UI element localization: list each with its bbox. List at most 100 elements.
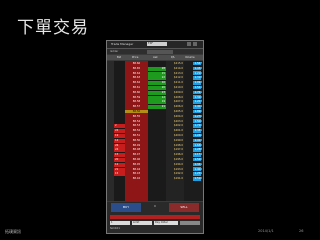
bid-cell[interactable]: 15 (114, 172, 125, 177)
volume-cell: 1,318 (194, 76, 202, 80)
volume-cell: 1,567 (194, 62, 202, 65)
bid-cell[interactable]: 14 (114, 138, 125, 143)
pl-cell: $211.0 (173, 81, 183, 85)
pl-cell: $195.0 (173, 158, 183, 161)
pl-cell: $192.0 (173, 172, 183, 176)
pl-cell: $207.0 (173, 100, 183, 104)
instrument-select[interactable]: TXF (147, 42, 167, 46)
volume-cell: 1,500 (194, 119, 202, 123)
order-type-select[interactable]: Limit (132, 221, 152, 225)
pl-cell: $194.0 (173, 162, 183, 166)
volume-cell: 1,174 (194, 153, 202, 157)
order-panel: BUY 0 SELL 1 Limit Day Order Sim101 (107, 202, 203, 233)
column-header-volume: Volume (185, 55, 195, 59)
ask-cell[interactable]: 19 (148, 100, 166, 105)
volume-cell: 1,432 (194, 66, 202, 70)
column-header-bid: Bid (117, 55, 122, 59)
position-bar (110, 215, 200, 219)
footer-date: 2014/1/1 (258, 229, 274, 233)
volume-cell: 1,402 (194, 167, 202, 171)
pl-cell: $197.0 (173, 148, 183, 152)
toolbar-label: ladder (110, 49, 119, 53)
volume-cell: 1,341 (194, 162, 202, 166)
ladder-header: Bid Price Ask P/L Volume (107, 55, 203, 60)
price-cell: 88.44 (132, 167, 141, 171)
volume-cell: 1,412 (194, 138, 202, 142)
buy-button[interactable]: BUY (111, 203, 141, 212)
position-label: 0 (154, 205, 156, 208)
ask-cell[interactable]: 28 (148, 66, 166, 71)
price-cell: 88.55 (132, 114, 141, 118)
toolbar-field[interactable] (147, 49, 173, 54)
volume-cell: 1,210 (194, 71, 202, 75)
bid-cell[interactable]: 19 (114, 134, 125, 138)
volume-cell: 1,720 (194, 124, 202, 128)
pl-cell: $202.0 (173, 124, 183, 128)
price-cell: 88.54 (132, 119, 141, 123)
ask-cell[interactable]: 22 (148, 76, 166, 81)
close-icon[interactable] (193, 42, 197, 46)
price-cell: 88.56 (125, 110, 148, 113)
bid-cell[interactable]: 24 (114, 148, 125, 153)
price-cell: 88.47 (132, 153, 141, 157)
price-ladder[interactable]: 88.66 $215.0 1,567 88.65 28 $214.0 1,432 88.64 1… (107, 61, 203, 201)
price-cell: 88.43 (132, 172, 141, 176)
ask-cell[interactable]: 20 (148, 86, 166, 90)
price-cell: 88.58 (132, 100, 141, 104)
tif-select[interactable]: Day Order (154, 221, 178, 225)
price-cell: 88.46 (132, 158, 141, 161)
bid-cell[interactable]: 15 (114, 153, 125, 158)
left-gutter (107, 61, 114, 201)
price-cell: 88.65 (132, 66, 141, 70)
minimize-icon[interactable] (187, 42, 191, 46)
volume-cell: 1,761 (194, 90, 202, 94)
bid-cell[interactable]: 12 (114, 162, 125, 167)
price-cell: 88.64 (132, 71, 141, 75)
sell-button[interactable]: SELL (169, 203, 199, 212)
volume-cell: 1,259 (194, 172, 202, 176)
ask-cell[interactable]: 10 (148, 81, 166, 86)
pl-cell: $215.0 (173, 62, 183, 65)
price-cell: 88.48 (132, 148, 141, 152)
pl-cell: $205.0 (173, 110, 183, 113)
window-titlebar: Trade Manager TXF (107, 41, 203, 49)
price-cell: 88.42 (132, 177, 141, 181)
price-cell: 88.52 (132, 129, 141, 133)
pl-cell: $209.0 (173, 90, 183, 94)
price-cell: 88.51 (132, 134, 141, 137)
ask-cell[interactable]: 12 (148, 95, 166, 100)
window-title: Trade Manager (111, 42, 134, 46)
ask-cell[interactable]: 15 (148, 71, 166, 76)
pl-cell: $208.0 (173, 95, 183, 99)
price-cell: 88.53 (132, 124, 141, 128)
volume-cell: 1,092 (194, 81, 202, 85)
footer-company: 拓璞資訊 (5, 229, 21, 234)
ask-cell[interactable]: 21 (148, 105, 166, 110)
quantity-field[interactable]: 1 (110, 221, 130, 225)
pl-cell: $198.0 (173, 143, 183, 147)
pl-cell: $193.0 (173, 167, 183, 171)
pl-cell: $196.0 (173, 153, 183, 157)
pl-cell: $214.0 (173, 66, 183, 70)
bid-cell[interactable]: 26 (114, 143, 125, 148)
volume-cell: 1,320 (194, 95, 202, 99)
price-cell: 88.57 (132, 105, 141, 109)
volume-cell: 1,203 (194, 100, 202, 104)
pl-cell: $204.0 (173, 114, 183, 118)
volume-cell: 1,381 (194, 129, 202, 133)
pl-cell: $201.0 (173, 129, 183, 133)
column-header-price: Price (132, 55, 139, 59)
pl-cell: $212.0 (173, 76, 183, 80)
volume-cell: 1,890 (194, 110, 202, 113)
pl-cell: $210.0 (173, 86, 183, 89)
ask-cell[interactable]: 23 (148, 90, 166, 95)
bid-cell[interactable]: 24 (114, 129, 125, 134)
bid-cell[interactable]: 2 (114, 124, 125, 129)
price-cell: 88.45 (132, 162, 141, 166)
bid-cell[interactable]: 21 (114, 167, 125, 172)
pl-cell: $206.0 (173, 105, 183, 109)
volume-cell: 1,404 (194, 105, 202, 109)
volume-cell: 1,276 (194, 114, 202, 118)
submit-field[interactable] (180, 221, 200, 225)
bid-cell[interactable]: 20 (114, 158, 125, 162)
